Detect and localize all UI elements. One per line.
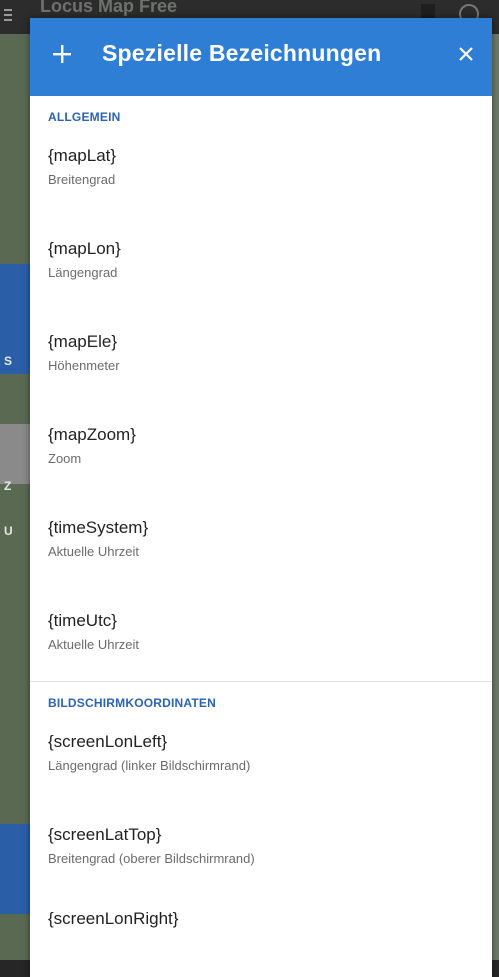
list-item[interactable]: {screenLonLeft} Längengrad (linker Bilds… (30, 728, 492, 776)
list-item[interactable]: {mapLat} Breitengrad (30, 142, 492, 190)
item-description: Längengrad (linker Bildschirmrand) (48, 758, 251, 773)
background-app-title: Locus Map Free (40, 0, 178, 16)
background-side-label: S (4, 354, 13, 368)
list-item[interactable]: {timeSystem} Aktuelle Uhrzeit (30, 514, 492, 562)
item-name: {timeUtc} (48, 611, 117, 630)
item-name: {mapLat} (48, 146, 117, 165)
dialog-header: Spezielle Bezeichnungen (30, 18, 492, 96)
item-name: {mapEle} (48, 332, 117, 351)
list-item[interactable]: {mapLon} Längengrad (30, 235, 492, 283)
item-name: {mapZoom} (48, 425, 136, 444)
plus-icon (53, 45, 71, 63)
close-icon (459, 47, 473, 61)
item-description: Aktuelle Uhrzeit (48, 637, 140, 652)
list-item[interactable]: {mapZoom} Zoom (30, 421, 492, 469)
special-labels-dialog: Spezielle Bezeichnungen ALLGEMEIN {mapLa… (30, 18, 492, 977)
add-button[interactable] (42, 34, 82, 74)
background-side-label: Z (4, 479, 12, 493)
background-side-label: U (4, 524, 13, 538)
item-name: {screenLatTop} (48, 825, 162, 844)
background-grey-block (0, 424, 30, 484)
background-blue-block (0, 824, 30, 914)
item-description: Zoom (48, 451, 82, 466)
item-description: Höhenmeter (48, 358, 120, 373)
section-header-bildschirmkoordinaten: BILDSCHIRMKOORDINATEN (48, 696, 216, 710)
item-description: Längengrad (48, 265, 118, 280)
item-name: {mapLon} (48, 239, 121, 258)
close-button[interactable] (446, 34, 486, 74)
dialog-title: Spezielle Bezeichnungen (102, 40, 382, 66)
item-name: {screenLonLeft} (48, 732, 168, 751)
menu-icon (4, 6, 12, 24)
list-item[interactable]: {screenLonRight} (30, 905, 492, 933)
dialog-list[interactable]: ALLGEMEIN {mapLat} Breitengrad {mapLon} … (30, 96, 492, 933)
list-item[interactable]: {mapEle} Höhenmeter (30, 328, 492, 376)
item-description: Aktuelle Uhrzeit (48, 544, 140, 559)
section-header-allgemein: ALLGEMEIN (48, 110, 121, 124)
item-description: Breitengrad (48, 172, 116, 187)
background-right-strip (492, 34, 499, 977)
item-name: {screenLonRight} (48, 909, 179, 928)
background-left-strip: S Z U (0, 34, 30, 977)
list-item[interactable]: {screenLatTop} Breitengrad (oberer Bilds… (30, 821, 492, 869)
item-name: {timeSystem} (48, 518, 149, 537)
item-description: Breitengrad (oberer Bildschirmrand) (48, 851, 255, 866)
list-item[interactable]: {timeUtc} Aktuelle Uhrzeit (30, 607, 492, 655)
